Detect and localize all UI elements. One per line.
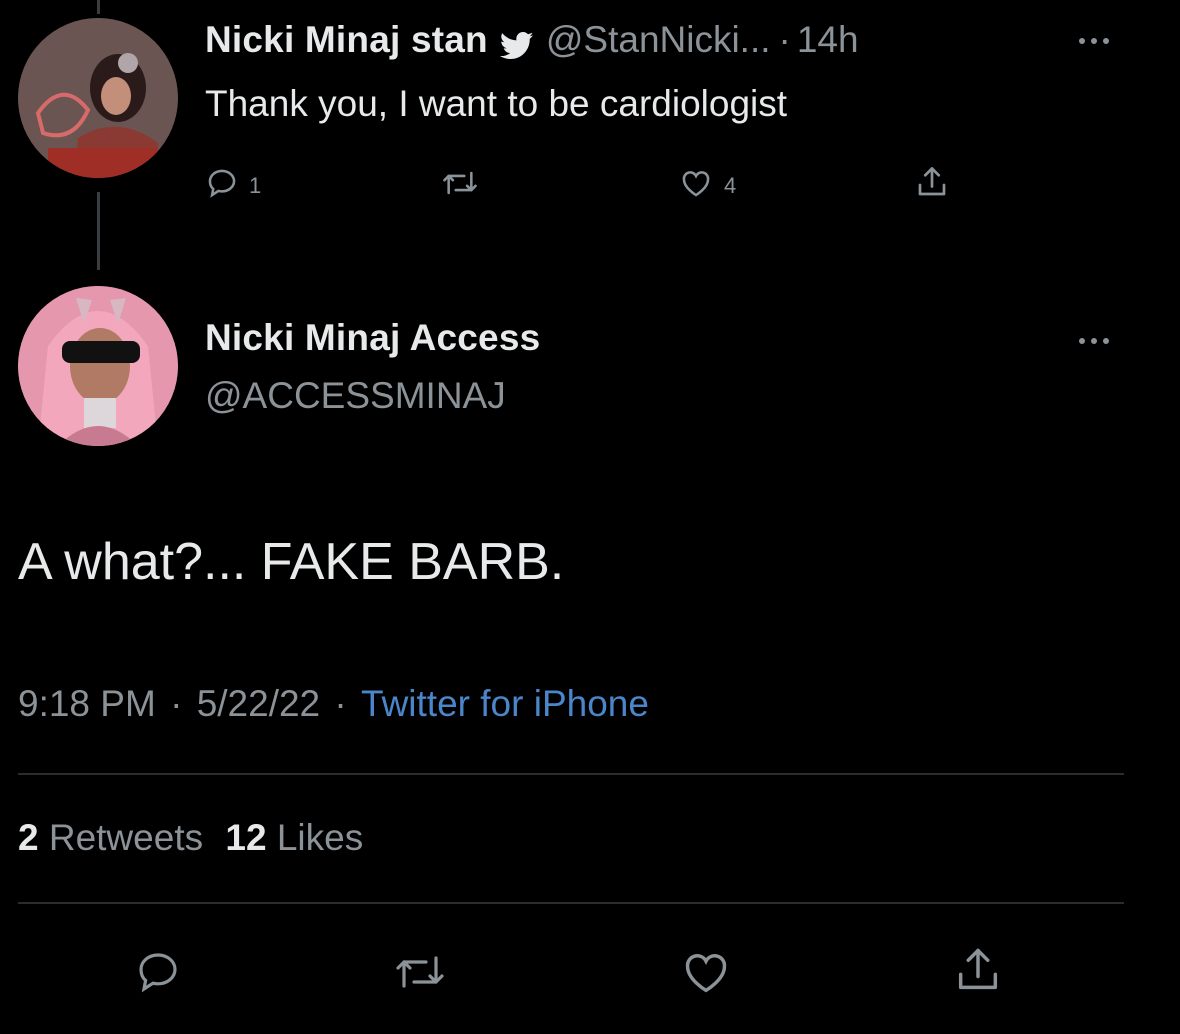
tweet-text: Thank you, I want to be cardiologist: [205, 83, 788, 124]
tweet-source-link[interactable]: Twitter for iPhone: [361, 683, 649, 724]
retweet-icon: [440, 166, 480, 205]
thread-connector-top: [97, 0, 100, 14]
thread-connector-middle: [97, 192, 100, 270]
like-button[interactable]: [680, 946, 732, 1003]
reply-icon: [134, 948, 182, 1001]
share-icon: [952, 944, 1004, 1001]
tweet-time[interactable]: 14h: [797, 16, 859, 64]
more-icon[interactable]: [1074, 34, 1114, 46]
retweets-stat[interactable]: 2 Retweets: [18, 817, 213, 858]
likes-label: Likes: [276, 817, 364, 858]
reply-header: Nicki Minaj stan @StanNicki... · 14h: [205, 16, 859, 64]
retweet-button[interactable]: [440, 166, 480, 205]
likes-stat[interactable]: 12 Likes: [225, 817, 363, 858]
twitter-bird-icon: [499, 25, 534, 60]
share-button[interactable]: [952, 944, 1004, 1001]
reply-button[interactable]: [134, 948, 182, 1001]
retweet-icon: [392, 948, 448, 1001]
likes-count: 12: [225, 817, 267, 858]
more-icon[interactable]: [1074, 334, 1114, 346]
divider: [18, 773, 1124, 775]
author-name[interactable]: Nicki Minaj stan: [205, 16, 488, 64]
author-name[interactable]: Nicki Minaj Access: [205, 314, 540, 362]
tweet-date: 5/22/22: [196, 683, 321, 724]
retweets-count: 2: [18, 817, 39, 858]
author-handle[interactable]: @ACCESSMINAJ: [205, 372, 506, 420]
retweets-label: Retweets: [48, 817, 204, 858]
reply-button[interactable]: 1: [205, 166, 261, 205]
like-count: 4: [724, 172, 737, 198]
author-handle[interactable]: @StanNicki...: [546, 16, 771, 64]
divider: [18, 902, 1124, 904]
like-icon: [678, 166, 714, 205]
reply-icon: [205, 166, 239, 205]
like-button[interactable]: 4: [678, 166, 736, 205]
reply-count: 1: [249, 172, 262, 198]
avatar[interactable]: [18, 18, 178, 178]
retweet-button[interactable]: [392, 948, 448, 1001]
share-icon: [914, 164, 950, 205]
engagement-stats: 2 Retweets 12 Likes: [18, 814, 363, 862]
like-icon: [680, 946, 732, 1003]
separator-dot: ·: [170, 683, 183, 724]
tweet-meta: 9:18 PM · 5/22/22 · Twitter for iPhone: [18, 680, 649, 728]
tweet-time: 9:18 PM: [18, 683, 156, 724]
separator-dot: ·: [778, 19, 791, 60]
separator-dot: ·: [334, 683, 347, 724]
share-button[interactable]: [914, 164, 950, 205]
avatar[interactable]: [18, 286, 178, 446]
tweet-text: A what?... FAKE BARB.: [18, 533, 565, 591]
